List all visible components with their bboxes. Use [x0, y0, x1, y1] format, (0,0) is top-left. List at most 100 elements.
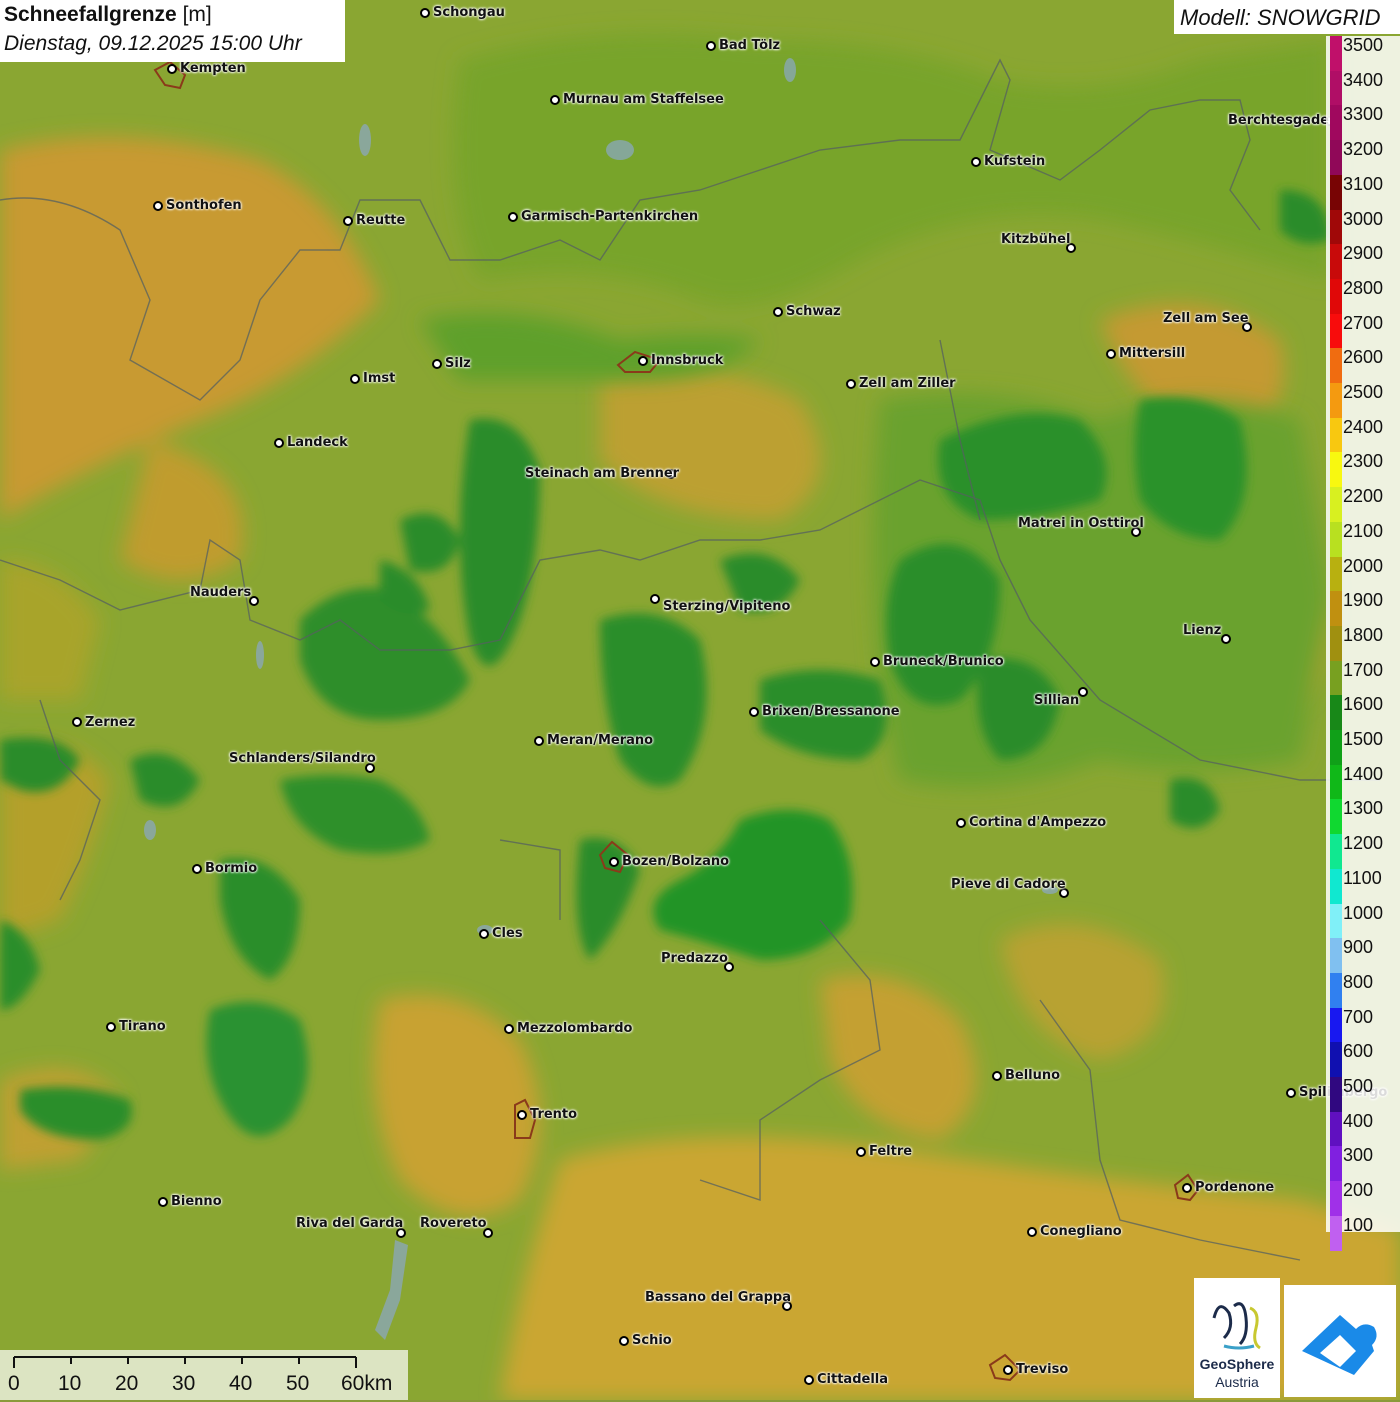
city-marker — [534, 736, 544, 746]
city-label: Brixen/Bressanone — [762, 704, 900, 719]
legend-swatch — [1330, 903, 1342, 939]
city-label: Bozen/Bolzano — [622, 854, 730, 869]
legend-swatch — [1330, 36, 1342, 72]
geosphere-line2: Austria — [1215, 1374, 1259, 1390]
city-label: Predazzo — [661, 951, 728, 966]
legend-swatch — [1330, 70, 1342, 106]
city-label: Schio — [632, 1333, 672, 1348]
city-marker — [638, 356, 648, 366]
legend-level: 1400 — [1343, 763, 1384, 784]
legend-level: 600 — [1343, 1041, 1374, 1062]
legend-level: 500 — [1343, 1076, 1374, 1096]
legend-level: 1000 — [1343, 902, 1384, 923]
city-label: Meran/Merano — [547, 733, 654, 748]
legend-level: 3100 — [1343, 173, 1384, 194]
city-marker — [992, 1071, 1002, 1081]
city-label: Garmisch-Partenkirchen — [521, 209, 699, 224]
city-label: Rovereto — [420, 1216, 487, 1231]
city-marker — [432, 359, 442, 369]
legend-swatch — [1330, 1077, 1342, 1113]
city-label: Bruneck/Brunico — [883, 654, 1004, 669]
city-label: Bormio — [205, 861, 258, 876]
city-label: Reutte — [356, 213, 406, 228]
city-label: Berchtesgaden — [1228, 113, 1339, 128]
city-label: Nauders — [190, 585, 252, 600]
scale-tick-label: 40 — [229, 1372, 253, 1395]
legend-swatch — [1330, 140, 1342, 176]
geosphere-line1: GeoSphere — [1199, 1356, 1275, 1372]
legend-level: 900 — [1343, 937, 1374, 958]
city-marker — [1286, 1088, 1296, 1098]
legend-level: 200 — [1343, 1180, 1374, 1201]
legend-swatch — [1330, 799, 1342, 835]
scale-tick-label: 10 — [58, 1372, 82, 1395]
legend-swatch — [1330, 452, 1342, 488]
city-label: Pieve di Cadore — [951, 877, 1066, 892]
legend-level: 1200 — [1343, 833, 1384, 854]
city-marker — [846, 379, 856, 389]
map-title: Schneefallgrenze [m] — [4, 3, 212, 27]
city-marker — [508, 212, 518, 222]
legend-swatch — [1330, 1146, 1342, 1182]
city-label: Innsbruck — [651, 353, 724, 368]
title-box: Schneefallgrenze [m] Dienstag, 09.12.202… — [0, 0, 345, 62]
city-marker — [956, 818, 966, 828]
city-label: Conegliano — [1040, 1224, 1122, 1239]
legend-level: 1500 — [1343, 729, 1384, 749]
city-label: Mittersill — [1119, 346, 1186, 361]
city-label: Landeck — [287, 435, 348, 450]
legend-swatch — [1330, 1111, 1342, 1147]
scale-tick-label: 0 — [8, 1372, 20, 1395]
weather-app-logo[interactable] — [1284, 1285, 1396, 1397]
legend-level: 3400 — [1343, 69, 1384, 90]
city-label: Cles — [492, 926, 523, 941]
city-label: Pordenone — [1195, 1180, 1275, 1195]
city-marker — [504, 1024, 514, 1034]
city-label: Imst — [363, 371, 396, 386]
legend-level: 800 — [1343, 971, 1374, 992]
city-marker — [1003, 1365, 1013, 1375]
legend-level: 2600 — [1343, 347, 1384, 368]
legend-level: 1300 — [1343, 798, 1384, 819]
legend-swatch — [1330, 209, 1342, 245]
city-label: Murnau am Staffelsee — [563, 92, 724, 107]
legend-swatch — [1330, 660, 1342, 696]
legend-level: 1900 — [1343, 590, 1384, 611]
city-marker — [870, 657, 880, 667]
city-marker — [650, 594, 660, 604]
city-label: Kufstein — [984, 154, 1046, 169]
city-label: Riva del Garda — [296, 1216, 404, 1231]
city-marker — [153, 201, 163, 211]
legend-swatch — [1330, 1042, 1342, 1078]
legend-swatch — [1330, 556, 1342, 592]
city-label: Trento — [530, 1107, 578, 1122]
cloud-arrow-icon — [1302, 1315, 1377, 1375]
legend-level: 3200 — [1343, 139, 1384, 160]
city-marker — [1106, 349, 1116, 359]
legend-level: 2700 — [1343, 312, 1384, 333]
city-marker — [1078, 687, 1088, 697]
legend-swatch — [1330, 244, 1342, 280]
legend-swatch — [1330, 174, 1342, 210]
legend-swatch — [1330, 313, 1342, 349]
city-label: Schongau — [433, 5, 505, 20]
legend-level: 300 — [1343, 1145, 1374, 1166]
city-label: Steinach am Brenner — [525, 466, 680, 481]
city-marker — [517, 1110, 527, 1120]
city-marker — [343, 216, 353, 226]
scale-tick-label: 30 — [172, 1372, 196, 1395]
legend-swatch — [1330, 695, 1342, 731]
legend-level: 1800 — [1343, 624, 1384, 645]
city-label: Mezzolombardo — [517, 1021, 633, 1036]
city-marker — [550, 95, 560, 105]
legend-swatch — [1330, 348, 1342, 384]
model-label: Modell: SNOWGRID — [1180, 5, 1381, 30]
city-label: Sterzing/Vipiteno — [663, 599, 791, 614]
city-label: Lienz — [1183, 623, 1222, 638]
geosphere-logo[interactable]: GeoSphere Austria — [1194, 1278, 1280, 1398]
legend-swatch — [1330, 487, 1342, 523]
city-label: Cortina d'Ampezzo — [969, 815, 1107, 830]
city-marker — [420, 8, 430, 18]
city-marker — [158, 1197, 168, 1207]
legend-swatch — [1330, 521, 1342, 557]
